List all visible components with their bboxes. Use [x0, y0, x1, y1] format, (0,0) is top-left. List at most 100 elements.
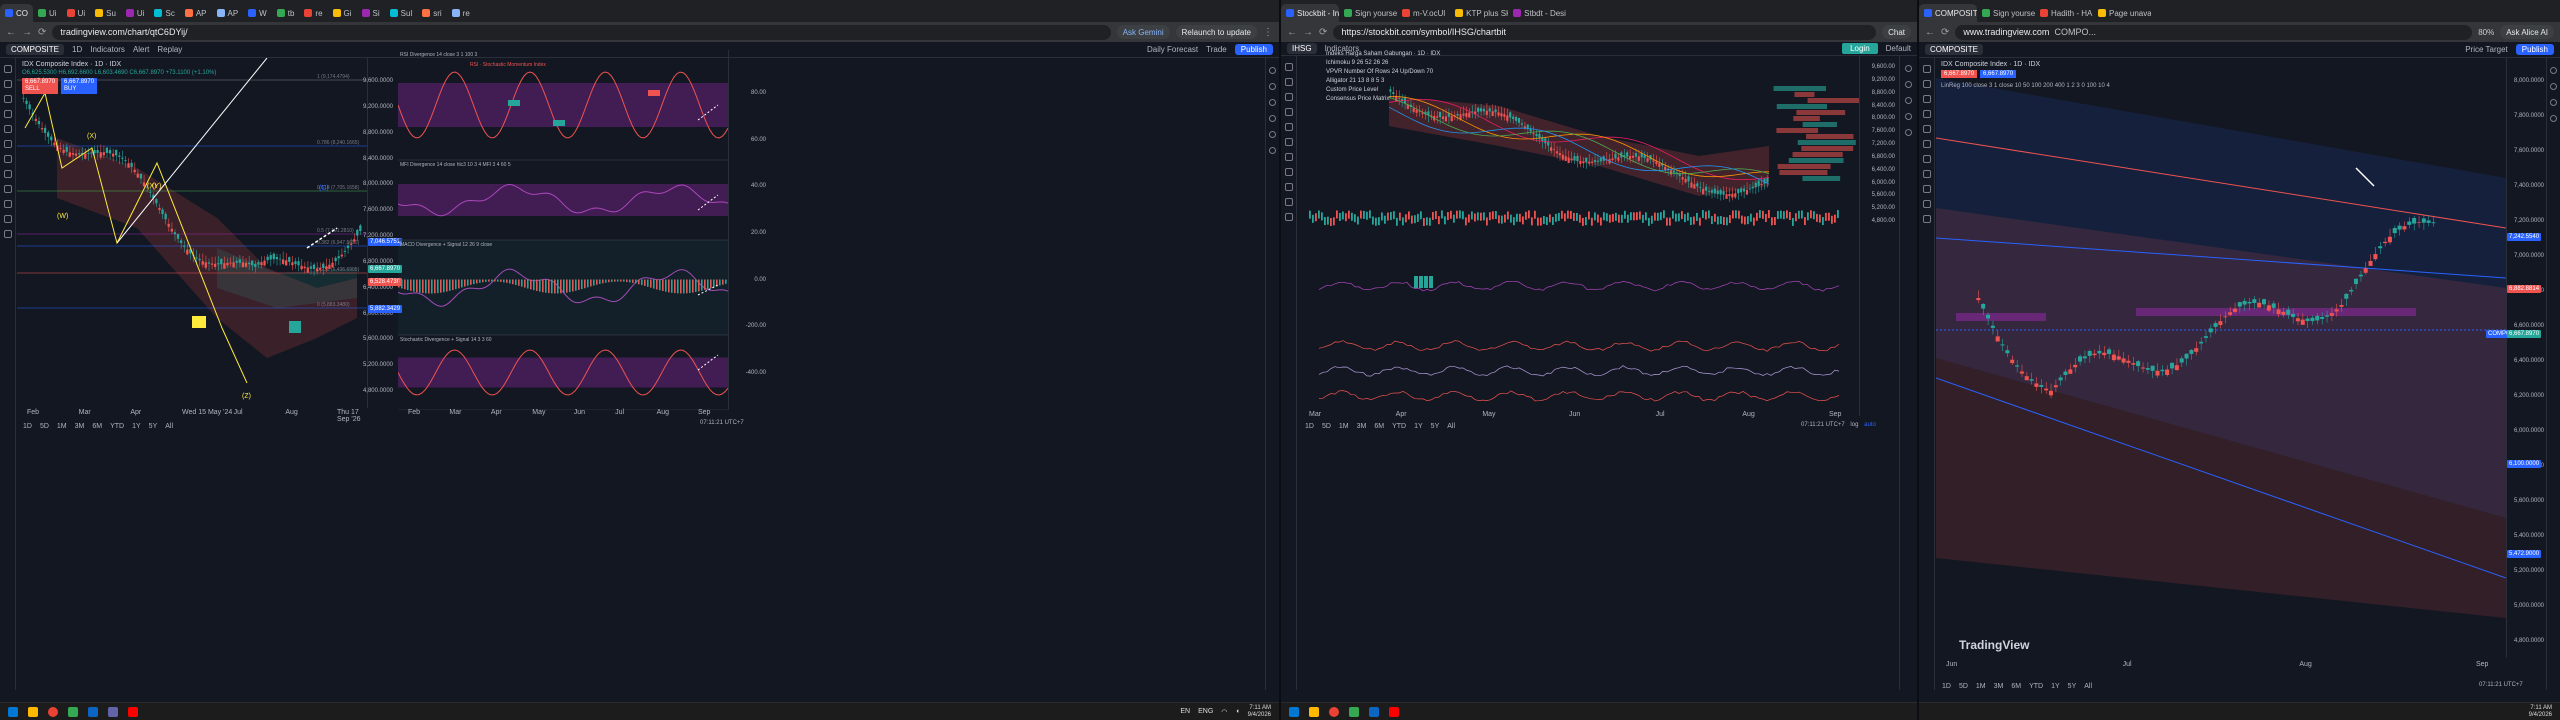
- browser-tab[interactable]: re: [447, 4, 475, 22]
- publish-button[interactable]: Publish: [1234, 44, 1273, 55]
- oscillator-panes[interactable]: [398, 50, 728, 410]
- range-button[interactable]: 3M: [1994, 683, 2004, 690]
- browser-tab[interactable]: W: [243, 4, 272, 22]
- back-icon[interactable]: ←: [1287, 27, 1297, 38]
- fib-icon[interactable]: [1284, 93, 1293, 101]
- lock-icon[interactable]: [1284, 198, 1293, 206]
- youtube-icon[interactable]: [1389, 706, 1399, 717]
- range-button[interactable]: 5D: [40, 423, 49, 430]
- range-button[interactable]: YTD: [110, 423, 124, 430]
- cursor-icon[interactable]: [1284, 63, 1293, 71]
- ideas-icon[interactable]: [1269, 115, 1276, 122]
- range-button[interactable]: 1M: [1339, 423, 1349, 430]
- replay-button[interactable]: Replay: [157, 45, 182, 54]
- price-axis[interactable]: 9,600.00 9,200.00 8,800.00 8,400.00 8,000.00…: [1859, 56, 1897, 416]
- trendline-icon[interactable]: [3, 80, 12, 88]
- trash-icon[interactable]: [1284, 213, 1293, 221]
- measure-icon[interactable]: [3, 155, 12, 163]
- trash-icon[interactable]: [3, 230, 12, 238]
- url-input[interactable]: tradingview.com/chart/qtC6DYij/: [52, 24, 1111, 40]
- range-button[interactable]: 3M: [1357, 423, 1367, 430]
- explorer-icon[interactable]: [28, 706, 38, 717]
- browser-tab[interactable]: tb: [272, 4, 300, 22]
- range-button[interactable]: 1Y: [2051, 683, 2060, 690]
- cursor-icon[interactable]: [3, 65, 12, 73]
- browser-tab[interactable]: Su: [90, 4, 121, 22]
- range-button[interactable]: All: [2084, 683, 2092, 690]
- range-button[interactable]: 6M: [1374, 423, 1384, 430]
- watchlist-icon[interactable]: [1905, 65, 1912, 72]
- browser-tab[interactable]: Ui: [121, 4, 150, 22]
- publish-button[interactable]: Publish: [2515, 44, 2554, 55]
- app-icon[interactable]: [68, 706, 78, 717]
- forward-icon[interactable]: →: [1303, 27, 1313, 38]
- wifi-icon[interactable]: ◠: [1221, 708, 1227, 716]
- magnet-icon[interactable]: [3, 185, 12, 193]
- range-button[interactable]: 5Y: [149, 423, 158, 430]
- alert-button[interactable]: Alert: [133, 45, 149, 54]
- browser-tab[interactable]: Ui: [33, 4, 62, 22]
- template-select[interactable]: Default: [1886, 44, 1911, 53]
- browser-tab[interactable]: sri: [417, 4, 446, 22]
- notifications-icon[interactable]: [1269, 147, 1276, 154]
- range-button[interactable]: All: [1447, 423, 1455, 430]
- range-button[interactable]: 5D: [1959, 683, 1968, 690]
- chat-button[interactable]: Chat: [1882, 25, 1911, 39]
- fib-icon[interactable]: [1922, 95, 1931, 103]
- alerts-icon[interactable]: [1269, 83, 1276, 90]
- main-price-chart[interactable]: [1936, 58, 2506, 658]
- trash-icon[interactable]: [1922, 215, 1931, 223]
- magnet-icon[interactable]: [1922, 185, 1931, 193]
- fib-icon[interactable]: [3, 95, 12, 103]
- browser-tab[interactable]: Stbdt - Desig: [1508, 4, 1566, 22]
- time-axis[interactable]: Jun Jul Aug Sep: [1936, 660, 2506, 670]
- news-icon[interactable]: [1905, 97, 1912, 104]
- calendar-icon[interactable]: [2550, 99, 2557, 106]
- text-icon[interactable]: [1284, 138, 1293, 146]
- calendar-icon[interactable]: [1269, 99, 1276, 106]
- stockbit-main-chart[interactable]: [1299, 56, 1859, 416]
- browser-tab[interactable]: CO: [0, 4, 33, 22]
- oscillator-time-axis[interactable]: Feb Mar Apr May Jun Jul Aug Sep: [398, 408, 728, 418]
- sell-button[interactable]: 6,667.8970: [1941, 70, 1978, 78]
- keyboard-indicator[interactable]: ENG: [1198, 708, 1213, 715]
- word-icon[interactable]: [88, 706, 98, 717]
- range-button[interactable]: 1D: [1305, 423, 1314, 430]
- range-button[interactable]: 1Y: [1414, 423, 1423, 430]
- price-axis[interactable]: 8,000.0000 7,800.0000 7,600.0000 7,400.0000…: [2506, 58, 2546, 658]
- chat-icon[interactable]: [1269, 131, 1276, 138]
- interval-button[interactable]: 1D: [72, 45, 82, 54]
- teams-icon[interactable]: [108, 706, 118, 717]
- chat-icon[interactable]: [1905, 113, 1912, 120]
- zoom-icon[interactable]: [1922, 170, 1931, 178]
- pattern-icon[interactable]: [1922, 110, 1931, 118]
- settings-icon[interactable]: [1905, 129, 1912, 136]
- range-button[interactable]: 5Y: [1431, 423, 1440, 430]
- range-button[interactable]: 1M: [1976, 683, 1986, 690]
- range-button[interactable]: 1M: [57, 423, 67, 430]
- eye-icon[interactable]: [3, 215, 12, 223]
- range-button[interactable]: 1Y: [132, 423, 141, 430]
- explorer-icon[interactable]: [1309, 706, 1319, 717]
- range-button[interactable]: 3M: [75, 423, 85, 430]
- buy-button[interactable]: 6,667.8970: [1980, 70, 2017, 78]
- brush-icon[interactable]: [1284, 123, 1293, 131]
- back-icon[interactable]: ←: [6, 27, 16, 38]
- forward-icon[interactable]: →: [22, 27, 32, 38]
- reload-icon[interactable]: ⟳: [1941, 27, 1949, 38]
- zoom-icon[interactable]: [1284, 168, 1293, 176]
- magnet-icon[interactable]: [1284, 183, 1293, 191]
- chrome-icon[interactable]: [48, 706, 58, 717]
- chat-icon[interactable]: [2550, 115, 2557, 122]
- lock-icon[interactable]: [3, 200, 12, 208]
- start-icon[interactable]: [1289, 706, 1299, 717]
- volume-icon[interactable]: ◖: [1235, 708, 1239, 715]
- language-indicator[interactable]: EN: [1180, 708, 1190, 715]
- browser-tab[interactable]: Hadith - HADE: [2035, 4, 2093, 22]
- url-input[interactable]: https://stockbit.com/symbol/IHSG/chartbi…: [1333, 24, 1877, 40]
- range-button[interactable]: YTD: [2029, 683, 2043, 690]
- back-icon[interactable]: ←: [1925, 27, 1935, 38]
- range-button[interactable]: All: [165, 423, 173, 430]
- range-button[interactable]: 5Y: [2068, 683, 2077, 690]
- browser-tab[interactable]: AP: [180, 4, 212, 22]
